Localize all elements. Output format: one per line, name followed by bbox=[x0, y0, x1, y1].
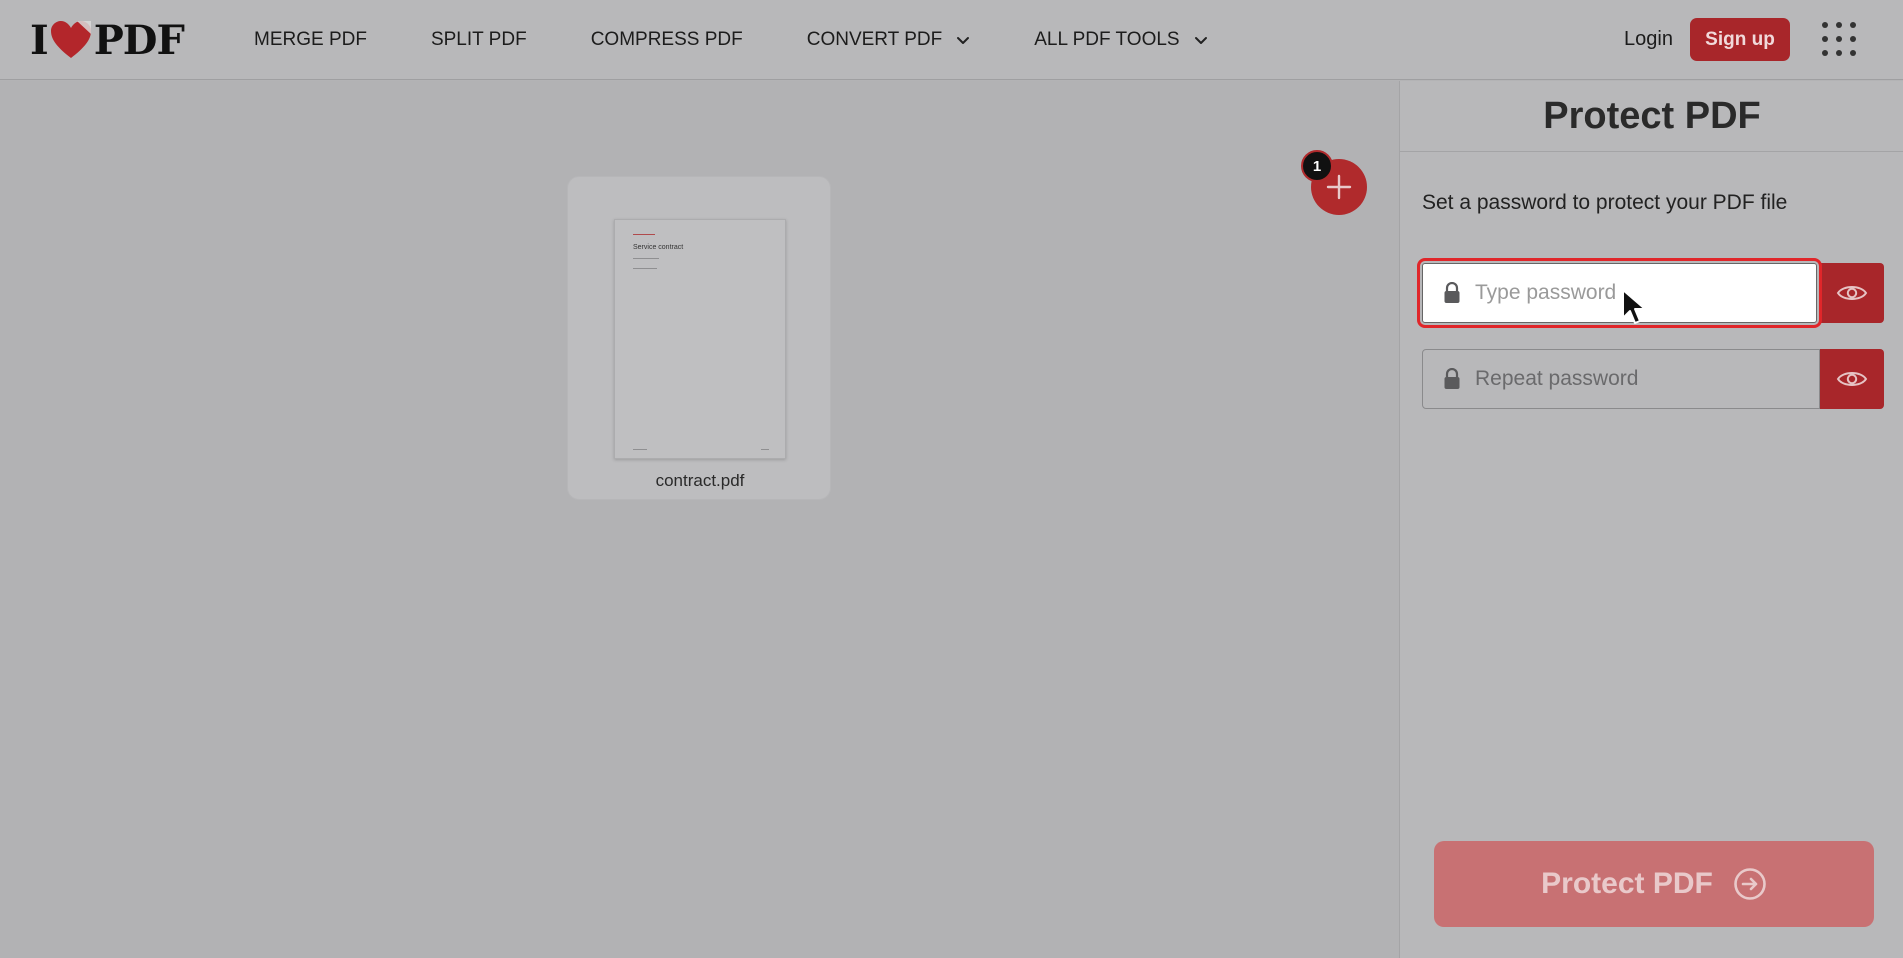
lock-icon bbox=[1444, 368, 1460, 389]
lock-icon bbox=[1444, 282, 1460, 303]
show-repeat-password-button[interactable] bbox=[1820, 349, 1884, 409]
plus-icon bbox=[1326, 174, 1352, 200]
protect-pdf-button-label: Protect PDF bbox=[1541, 867, 1713, 900]
arrow-right-circle-icon bbox=[1734, 868, 1766, 900]
heart-icon bbox=[50, 21, 91, 58]
show-password-button[interactable] bbox=[1820, 263, 1884, 323]
password-input[interactable] bbox=[1475, 273, 1805, 313]
login-link[interactable]: Login bbox=[1624, 28, 1673, 51]
top-navigation-bar: I PDF MERGE PDF SPLIT PDF COMPRESS PDF C… bbox=[0, 0, 1903, 80]
logo-text-pdf: PDF bbox=[93, 16, 185, 64]
nav-all-pdf-tools[interactable]: ALL PDF TOOLS bbox=[1034, 29, 1207, 51]
main-nav: MERGE PDF SPLIT PDF COMPRESS PDF CONVERT… bbox=[254, 0, 1272, 80]
password-input-wrapper bbox=[1416, 258, 1823, 328]
sidebar-description: Set a password to protect your PDF file bbox=[1422, 191, 1788, 214]
signup-button[interactable]: Sign up bbox=[1690, 18, 1790, 61]
nav-convert-pdf-label: CONVERT PDF bbox=[806, 29, 943, 50]
nav-merge-pdf-label: MERGE PDF bbox=[254, 29, 367, 50]
nav-split-pdf-label: SPLIT PDF bbox=[430, 29, 527, 50]
file-card[interactable]: Service contract contract.pdf bbox=[567, 176, 831, 500]
ilovepdf-logo[interactable]: I PDF bbox=[30, 16, 185, 64]
eye-icon bbox=[1836, 372, 1868, 386]
nav-convert-pdf[interactable]: CONVERT PDF bbox=[807, 29, 971, 51]
chevron-down-icon bbox=[957, 37, 970, 44]
logo-letter-i: I bbox=[30, 16, 49, 64]
chevron-down-icon bbox=[1194, 37, 1207, 44]
eye-icon bbox=[1836, 286, 1868, 300]
password-field-group bbox=[1416, 258, 1884, 328]
sidebar-title: Protect PDF bbox=[1400, 81, 1903, 152]
file-workspace: Service contract contract.pdf 1 bbox=[0, 81, 1399, 958]
repeat-password-field-group bbox=[1422, 349, 1884, 409]
nav-split-pdf[interactable]: SPLIT PDF bbox=[431, 29, 527, 51]
repeat-password-input-wrapper bbox=[1422, 349, 1820, 409]
nav-compress-pdf[interactable]: COMPRESS PDF bbox=[591, 29, 743, 51]
file-count-badge: 1 bbox=[1301, 150, 1333, 182]
file-name: contract.pdf bbox=[655, 471, 745, 490]
tool-sidebar: Protect PDF Set a password to protect yo… bbox=[1399, 81, 1903, 958]
grid-icon[interactable] bbox=[1822, 22, 1858, 58]
protect-pdf-submit-button[interactable]: Protect PDF bbox=[1434, 841, 1874, 927]
nav-compress-pdf-label: COMPRESS PDF bbox=[590, 29, 743, 50]
thumbnail-title: Service contract bbox=[633, 244, 684, 251]
nav-all-pdf-tools-label: ALL PDF TOOLS bbox=[1034, 29, 1180, 50]
nav-merge-pdf[interactable]: MERGE PDF bbox=[254, 29, 367, 51]
repeat-password-input[interactable] bbox=[1475, 359, 1805, 399]
file-thumbnail: Service contract bbox=[614, 219, 786, 459]
